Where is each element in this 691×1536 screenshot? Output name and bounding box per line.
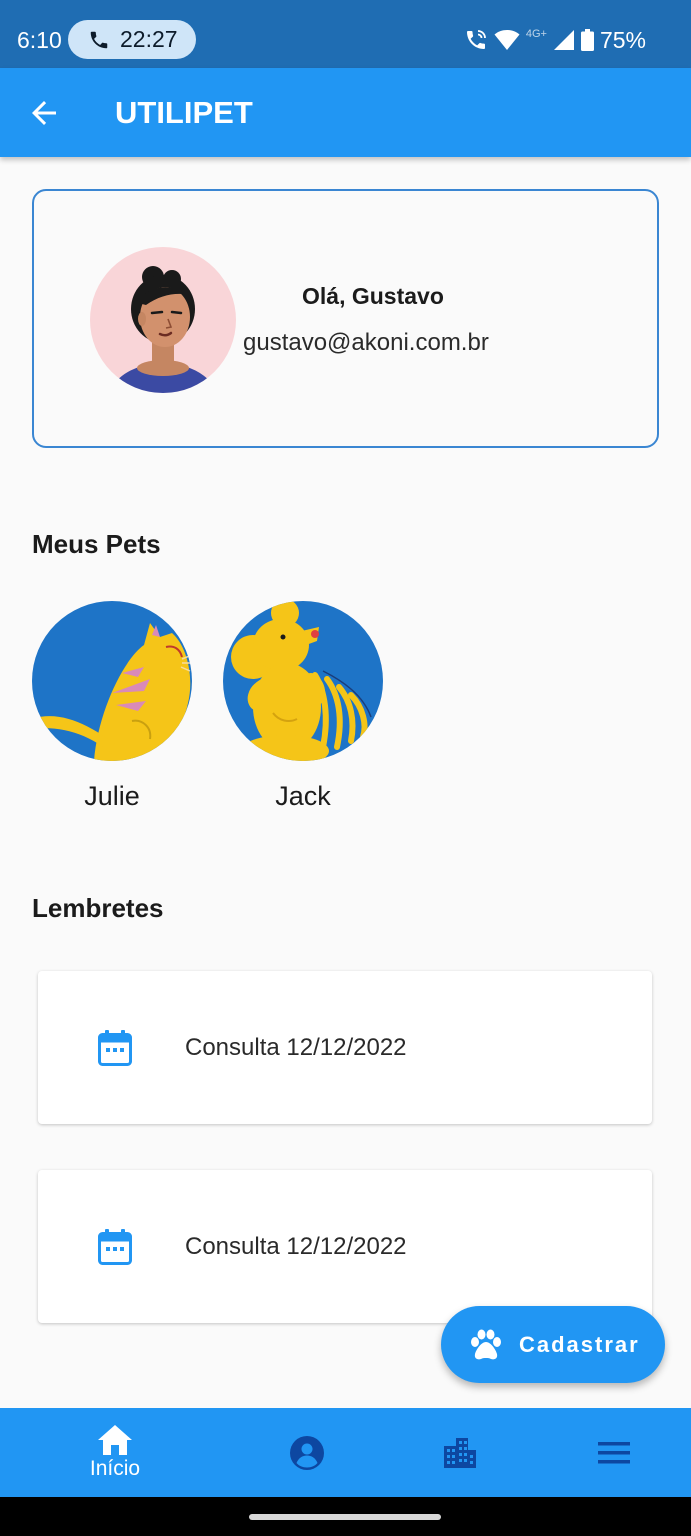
ongoing-call-chip[interactable]: 22:27: [68, 20, 196, 59]
user-avatar-illustration: [108, 266, 218, 393]
reminder-text: Consulta 12/12/2022: [185, 1034, 407, 1061]
greeting-text: Olá, Gustavo: [302, 283, 444, 309]
reminders-section-title: Lembretes: [32, 893, 164, 923]
arrow-left-icon: [32, 101, 56, 125]
call-timer: 22:27: [120, 26, 178, 52]
reminder-text: Consulta 12/12/2022: [185, 1233, 407, 1260]
bottom-navigation: Início: [0, 1408, 691, 1497]
menu-icon: [598, 1441, 630, 1463]
back-button[interactable]: [26, 95, 62, 131]
calendar-icon: [98, 1229, 132, 1265]
nav-item-inicio[interactable]: Início: [65, 1408, 165, 1497]
nav-label: Início: [89, 1456, 141, 1480]
pet-avatar[interactable]: [32, 601, 192, 761]
app-bar: UTILIPET: [0, 68, 691, 157]
pet-name: Jack: [275, 781, 331, 811]
user-avatar[interactable]: [90, 247, 236, 393]
phone-icon: [90, 31, 108, 48]
reminder-card[interactable]: Consulta 12/12/2022: [38, 971, 652, 1124]
cat-illustration: [32, 623, 192, 761]
account-circle-icon: [290, 1435, 324, 1470]
fab-label: Cadastrar: [519, 1331, 640, 1357]
wifi-icon: [494, 30, 520, 50]
signal-icon: [553, 30, 574, 50]
app-title: UTILIPET: [115, 95, 253, 130]
nav-item-buildings[interactable]: [410, 1408, 510, 1497]
reminder-card[interactable]: Consulta 12/12/2022: [38, 1170, 652, 1323]
pets-section-title: Meus Pets: [32, 529, 161, 559]
wifi-call-icon: [466, 30, 486, 49]
cadastrar-fab-button[interactable]: Cadastrar: [441, 1306, 665, 1383]
pet-avatar[interactable]: [223, 601, 383, 761]
buildings-icon: [444, 1437, 476, 1468]
home-icon: [98, 1424, 132, 1455]
nav-item-menu[interactable]: [564, 1408, 664, 1497]
calendar-icon: [98, 1030, 132, 1066]
status-time: 6:10: [17, 27, 62, 53]
nav-item-profile[interactable]: [257, 1408, 357, 1497]
pet-name: Julie: [84, 781, 140, 811]
pet-item-julie[interactable]: Julie: [32, 601, 192, 812]
user-email: gustavo@akoni.com.br: [243, 329, 489, 356]
profile-card[interactable]: Olá, Gustavo gustavo@akoni.com.br: [32, 189, 659, 448]
status-icons: 4G+ 75%: [464, 26, 646, 54]
battery-icon: [580, 29, 594, 51]
home-gesture-handle[interactable]: [249, 1514, 441, 1520]
network-type: 4G+: [525, 28, 547, 40]
paw-icon: [471, 1329, 501, 1359]
status-bar: 6:10 22:27 4G+ 75%: [0, 0, 691, 68]
battery-level: 75%: [599, 26, 646, 53]
dog-illustration: [231, 601, 372, 761]
pet-item-jack[interactable]: Jack: [223, 601, 383, 812]
system-navigation-bar: [0, 1497, 691, 1536]
